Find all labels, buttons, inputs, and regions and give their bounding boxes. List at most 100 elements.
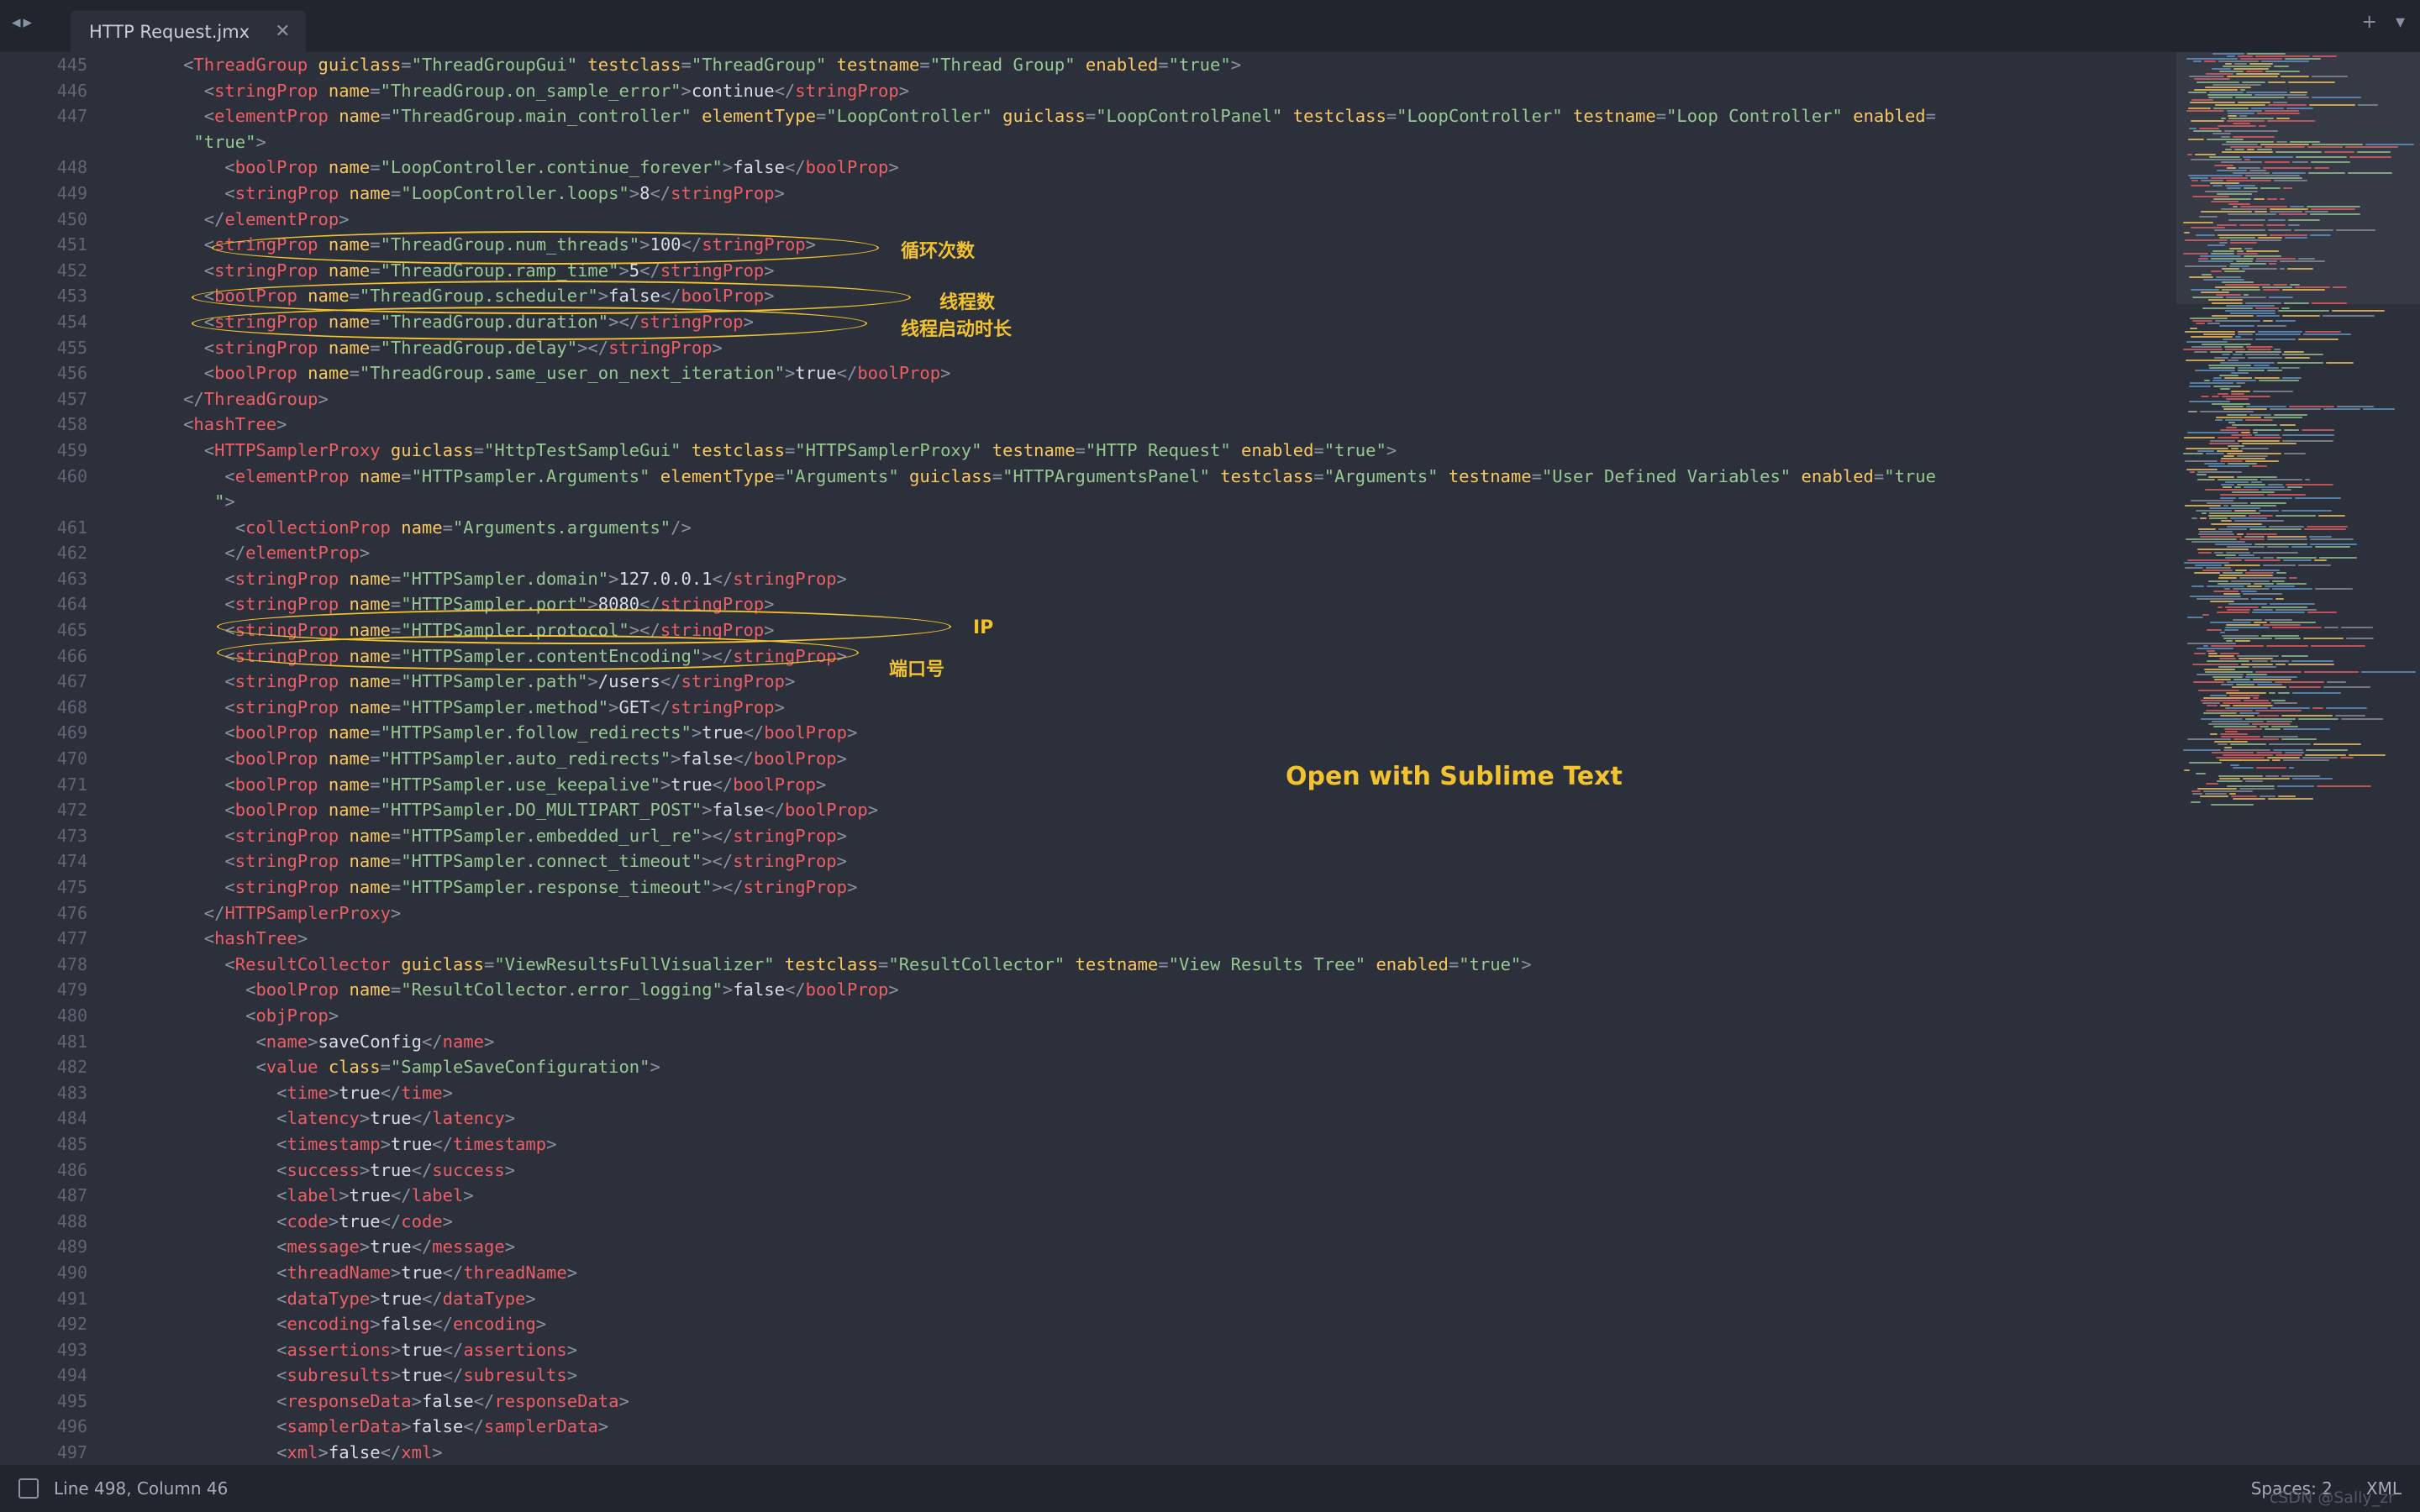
code-text: </HTTPSamplerProxy> bbox=[203, 902, 402, 923]
line-number: 448 bbox=[56, 157, 87, 178]
code-line[interactable]: 496 <samplerData>false</samplerData> bbox=[0, 1414, 2420, 1440]
code-line[interactable]: 489 <message>true</message> bbox=[0, 1234, 2420, 1260]
code-line[interactable]: 490 <threadName>true</threadName> bbox=[0, 1260, 2420, 1286]
line-number: 453 bbox=[56, 286, 87, 307]
code-line[interactable]: 484 <latency>true</latency> bbox=[0, 1105, 2420, 1131]
code-line[interactable]: 445 <ThreadGroup guiclass="ThreadGroupGu… bbox=[0, 52, 2420, 78]
code-line[interactable]: 470 <boolProp name="HTTPSampler.auto_red… bbox=[0, 746, 2420, 772]
code-line[interactable]: "true"> bbox=[0, 129, 2420, 155]
line-number: 496 bbox=[56, 1416, 87, 1437]
tab-nav-arrows[interactable]: ◂▸ bbox=[12, 12, 34, 32]
code-line[interactable]: 458 <hashTree> bbox=[0, 412, 2420, 438]
code-line[interactable]: 449 <stringProp name="LoopController.loo… bbox=[0, 181, 2420, 207]
code-line[interactable]: 456 <boolProp name="ThreadGroup.same_use… bbox=[0, 360, 2420, 386]
code-line[interactable]: 481 <name>saveConfig</name> bbox=[0, 1029, 2420, 1055]
code-text: <elementProp name="ThreadGroup.main_cont… bbox=[203, 106, 1936, 127]
code-line[interactable]: 476 </HTTPSamplerProxy> bbox=[0, 900, 2420, 927]
code-text: <boolProp name="ThreadGroup.scheduler">f… bbox=[203, 286, 775, 307]
code-line[interactable]: 465 <stringProp name="HTTPSampler.protoc… bbox=[0, 617, 2420, 643]
code-line[interactable]: 487 <label>true</label> bbox=[0, 1183, 2420, 1209]
line-number: 467 bbox=[56, 671, 87, 692]
close-icon[interactable]: ✕ bbox=[275, 21, 290, 42]
line-number: 455 bbox=[56, 337, 87, 358]
code-line[interactable]: 454 <stringProp name="ThreadGroup.durati… bbox=[0, 309, 2420, 335]
code-line[interactable]: 480 <objProp> bbox=[0, 1003, 2420, 1029]
code-line[interactable]: 495 <responseData>false</responseData> bbox=[0, 1389, 2420, 1415]
code-line[interactable]: 452 <stringProp name="ThreadGroup.ramp_t… bbox=[0, 258, 2420, 284]
code-line[interactable]: 451 <stringProp name="ThreadGroup.num_th… bbox=[0, 232, 2420, 258]
code-line[interactable]: 482 <value class="SampleSaveConfiguratio… bbox=[0, 1054, 2420, 1080]
titlebar-right-controls: + ▾ bbox=[2362, 12, 2405, 33]
code-line[interactable]: 467 <stringProp name="HTTPSampler.path">… bbox=[0, 669, 2420, 695]
code-line[interactable]: 468 <stringProp name="HTTPSampler.method… bbox=[0, 695, 2420, 721]
code-editor[interactable]: 445 <ThreadGroup guiclass="ThreadGroupGu… bbox=[0, 52, 2420, 1465]
line-number: 457 bbox=[56, 388, 87, 409]
code-line[interactable]: 462 </elementProp> bbox=[0, 540, 2420, 566]
code-line[interactable]: 475 <stringProp name="HTTPSampler.respon… bbox=[0, 874, 2420, 900]
code-line[interactable]: 457 </ThreadGroup> bbox=[0, 386, 2420, 412]
annotation-threads: 线程数 bbox=[939, 292, 996, 313]
line-number: 469 bbox=[56, 722, 87, 743]
code-line[interactable]: 486 <success>true</success> bbox=[0, 1158, 2420, 1184]
code-line[interactable]: 478 <ResultCollector guiclass="ViewResul… bbox=[0, 952, 2420, 978]
code-line[interactable]: 491 <dataType>true</dataType> bbox=[0, 1286, 2420, 1312]
code-line[interactable]: 471 <boolProp name="HTTPSampler.use_keep… bbox=[0, 772, 2420, 798]
code-line[interactable]: 463 <stringProp name="HTTPSampler.domain… bbox=[0, 566, 2420, 592]
line-number: 497 bbox=[56, 1442, 87, 1463]
code-line[interactable]: 497 <xml>false</xml> bbox=[0, 1440, 2420, 1465]
line-number: 490 bbox=[56, 1262, 87, 1283]
code-text: <time>true</time> bbox=[276, 1082, 453, 1103]
code-text: <value class="SampleSaveConfiguration"> bbox=[255, 1057, 660, 1078]
cursor-position[interactable]: Line 498, Column 46 bbox=[54, 1478, 228, 1499]
line-number: 474 bbox=[56, 851, 87, 872]
code-line[interactable]: 488 <code>true</code> bbox=[0, 1209, 2420, 1235]
code-text: <elementProp name="HTTPsampler.Arguments… bbox=[224, 465, 1936, 486]
line-number: 495 bbox=[56, 1390, 87, 1411]
code-line[interactable]: 447 <elementProp name="ThreadGroup.main_… bbox=[0, 103, 2420, 129]
line-number: 491 bbox=[56, 1288, 87, 1309]
minimap[interactable] bbox=[2176, 52, 2420, 1465]
code-line[interactable]: 461 <collectionProp name="Arguments.argu… bbox=[0, 515, 2420, 541]
line-number: 446 bbox=[56, 80, 87, 101]
code-line[interactable]: 494 <subresults>true</subresults> bbox=[0, 1362, 2420, 1389]
code-line[interactable]: 446 <stringProp name="ThreadGroup.on_sam… bbox=[0, 78, 2420, 104]
code-line[interactable]: 483 <time>true</time> bbox=[0, 1080, 2420, 1106]
code-line[interactable]: 466 <stringProp name="HTTPSampler.conten… bbox=[0, 643, 2420, 669]
line-number: 475 bbox=[56, 877, 87, 897]
code-line[interactable]: 455 <stringProp name="ThreadGroup.delay"… bbox=[0, 335, 2420, 361]
code-line[interactable]: 450 </elementProp> bbox=[0, 207, 2420, 233]
code-line[interactable]: 473 <stringProp name="HTTPSampler.embedd… bbox=[0, 823, 2420, 849]
code-line[interactable]: 460 <elementProp name="HTTPsampler.Argum… bbox=[0, 464, 2420, 490]
watermark: cSDN @Sally_zr bbox=[2269, 1488, 2395, 1507]
line-number: 489 bbox=[56, 1236, 87, 1257]
code-line[interactable]: 485 <timestamp>true</timestamp> bbox=[0, 1131, 2420, 1158]
code-line[interactable]: 493 <assertions>true</assertions> bbox=[0, 1337, 2420, 1363]
code-line[interactable]: 479 <boolProp name="ResultCollector.erro… bbox=[0, 977, 2420, 1003]
code-text: <ThreadGroup guiclass="ThreadGroupGui" t… bbox=[183, 55, 1242, 75]
code-text: <stringProp name="HTTPSampler.method">GE… bbox=[224, 696, 785, 717]
vertical-scrollbar[interactable] bbox=[2412, 52, 2418, 1465]
code-line[interactable]: 469 <boolProp name="HTTPSampler.follow_r… bbox=[0, 720, 2420, 746]
code-text: <subresults>true</subresults> bbox=[276, 1365, 578, 1386]
line-number: 484 bbox=[56, 1108, 87, 1129]
code-line[interactable]: 477 <hashTree> bbox=[0, 926, 2420, 952]
code-lines[interactable]: 445 <ThreadGroup guiclass="ThreadGroupGu… bbox=[0, 52, 2420, 1465]
code-line[interactable]: 459 <HTTPSamplerProxy guiclass="HttpTest… bbox=[0, 438, 2420, 464]
line-number: 485 bbox=[56, 1133, 87, 1154]
chevron-down-icon[interactable]: ▾ bbox=[2396, 12, 2405, 33]
line-number: 494 bbox=[56, 1365, 87, 1386]
code-line[interactable]: 474 <stringProp name="HTTPSampler.connec… bbox=[0, 848, 2420, 874]
editor-tab-http-request[interactable]: HTTP Request.jmx ✕ bbox=[71, 11, 306, 52]
line-number: 483 bbox=[56, 1082, 87, 1103]
code-line[interactable]: "> bbox=[0, 489, 2420, 515]
line-number: 459 bbox=[56, 439, 87, 460]
code-text: <timestamp>true</timestamp> bbox=[276, 1133, 557, 1154]
code-line[interactable]: 472 <boolProp name="HTTPSampler.DO_MULTI… bbox=[0, 797, 2420, 823]
code-text: "true"> bbox=[193, 131, 266, 152]
code-line[interactable]: 453 <boolProp name="ThreadGroup.schedule… bbox=[0, 283, 2420, 309]
code-line[interactable]: 492 <encoding>false</encoding> bbox=[0, 1311, 2420, 1337]
annotation-port: 端口号 bbox=[889, 659, 945, 680]
code-line[interactable]: 464 <stringProp name="HTTPSampler.port">… bbox=[0, 591, 2420, 617]
code-line[interactable]: 448 <boolProp name="LoopController.conti… bbox=[0, 155, 2420, 181]
plus-icon[interactable]: + bbox=[2362, 12, 2377, 33]
